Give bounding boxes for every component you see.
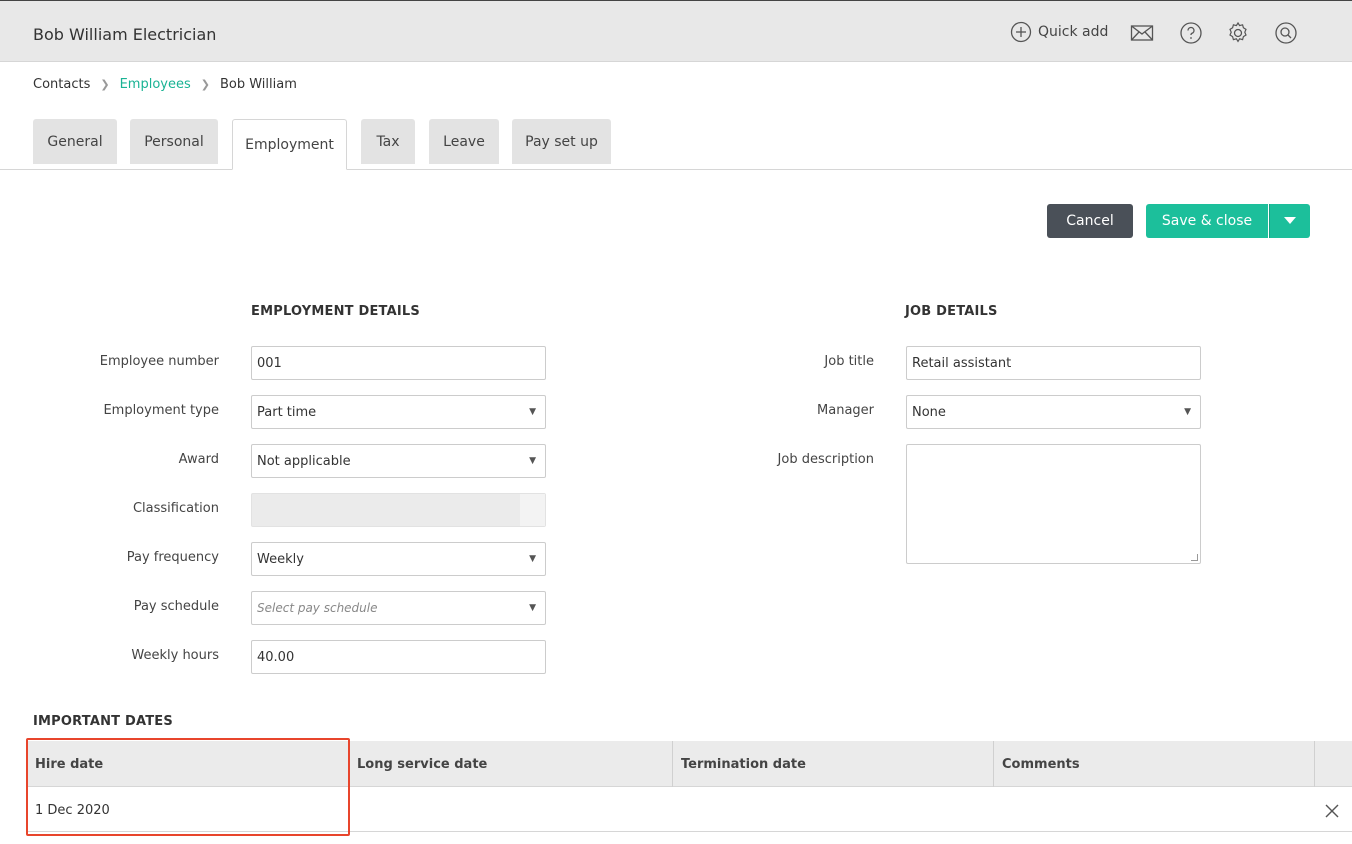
- settings-icon[interactable]: [1226, 21, 1250, 45]
- cancel-button[interactable]: Cancel: [1047, 204, 1133, 238]
- help-icon[interactable]: [1179, 21, 1203, 45]
- quick-add-label: Quick add: [1038, 24, 1109, 40]
- chevron-right-icon: ❯: [100, 78, 110, 91]
- employment-type-label: Employment type: [103, 403, 219, 418]
- column-termination-date: Termination date: [673, 741, 994, 787]
- save-options-dropdown[interactable]: [1269, 204, 1310, 238]
- job-details-heading: JOB DETAILS: [905, 304, 998, 319]
- dropdown-arrow-icon: ▼: [1184, 407, 1191, 417]
- quick-add-button[interactable]: Quick add: [1010, 21, 1108, 43]
- search-icon[interactable]: [1274, 21, 1298, 45]
- pay-frequency-value: Weekly: [257, 551, 304, 567]
- pay-frequency-select[interactable]: Weekly ▼: [251, 542, 546, 576]
- award-select[interactable]: Not applicable ▼: [251, 444, 546, 478]
- weekly-hours-input[interactable]: 40.00: [251, 640, 546, 674]
- mail-icon[interactable]: [1130, 21, 1154, 45]
- tab-leave[interactable]: Leave: [429, 119, 499, 164]
- dropdown-arrow-icon: ▼: [529, 407, 536, 417]
- award-value: Not applicable: [257, 453, 351, 469]
- hire-date-highlight-box: [26, 738, 350, 836]
- manager-label: Manager: [817, 403, 874, 418]
- employment-type-value: Part time: [257, 404, 317, 420]
- top-bar: Bob William Electrician Quick add: [0, 0, 1352, 62]
- job-description-label: Job description: [777, 452, 874, 467]
- pay-schedule-placeholder: Select pay schedule: [257, 601, 378, 615]
- business-name: Bob William Electrician: [33, 25, 217, 44]
- job-description-textarea[interactable]: [906, 444, 1201, 564]
- dropdown-arrow-icon: ▼: [529, 554, 536, 564]
- tab-general[interactable]: General: [33, 119, 117, 164]
- caret-down-icon: [1284, 217, 1296, 224]
- dropdown-arrow-icon: ▼: [529, 603, 536, 613]
- dropdown-arrow-icon: ▼: [529, 456, 536, 466]
- chevron-right-icon: ❯: [200, 78, 210, 91]
- tab-personal[interactable]: Personal: [130, 119, 218, 164]
- column-long-service-date: Long service date: [349, 741, 673, 787]
- important-dates-heading: IMPORTANT DATES: [33, 714, 173, 729]
- plus-circle-icon: [1010, 21, 1032, 43]
- job-title-label: Job title: [824, 354, 874, 369]
- tab-bar: General Personal Employment Tax Leave Pa…: [0, 119, 1352, 170]
- tab-employment[interactable]: Employment: [232, 119, 347, 170]
- classification-label: Classification: [132, 501, 219, 516]
- manager-value: None: [912, 404, 946, 420]
- job-title-input[interactable]: Retail assistant: [906, 346, 1201, 380]
- classification-select-end: [520, 494, 545, 526]
- column-comments: Comments: [994, 741, 1315, 787]
- manager-select[interactable]: None ▼: [906, 395, 1201, 429]
- breadcrumb-employees[interactable]: Employees: [120, 77, 191, 92]
- employment-details-heading: EMPLOYMENT DETAILS: [251, 304, 420, 319]
- classification-select: [251, 493, 546, 527]
- award-label: Award: [178, 452, 219, 467]
- pay-schedule-select[interactable]: Select pay schedule ▼: [251, 591, 546, 625]
- breadcrumb: Contacts ❯ Employees ❯ Bob William: [33, 77, 297, 92]
- resize-handle-icon[interactable]: [1191, 554, 1198, 561]
- employment-type-select[interactable]: Part time ▼: [251, 395, 546, 429]
- breadcrumb-current: Bob William: [219, 77, 297, 92]
- employee-number-value: 001: [257, 355, 282, 371]
- employee-number-label: Employee number: [99, 354, 219, 369]
- weekly-hours-label: Weekly hours: [131, 648, 219, 663]
- breadcrumb-contacts[interactable]: Contacts: [33, 77, 90, 92]
- save-close-button[interactable]: Save & close: [1146, 204, 1268, 238]
- tab-pay-set-up[interactable]: Pay set up: [512, 119, 611, 164]
- weekly-hours-value: 40.00: [257, 649, 295, 665]
- close-icon[interactable]: [1325, 804, 1339, 818]
- pay-schedule-label: Pay schedule: [133, 599, 219, 614]
- pay-frequency-label: Pay frequency: [126, 550, 219, 565]
- employee-number-input[interactable]: 001: [251, 346, 546, 380]
- job-title-value: Retail assistant: [912, 355, 1012, 371]
- tab-tax[interactable]: Tax: [361, 119, 415, 164]
